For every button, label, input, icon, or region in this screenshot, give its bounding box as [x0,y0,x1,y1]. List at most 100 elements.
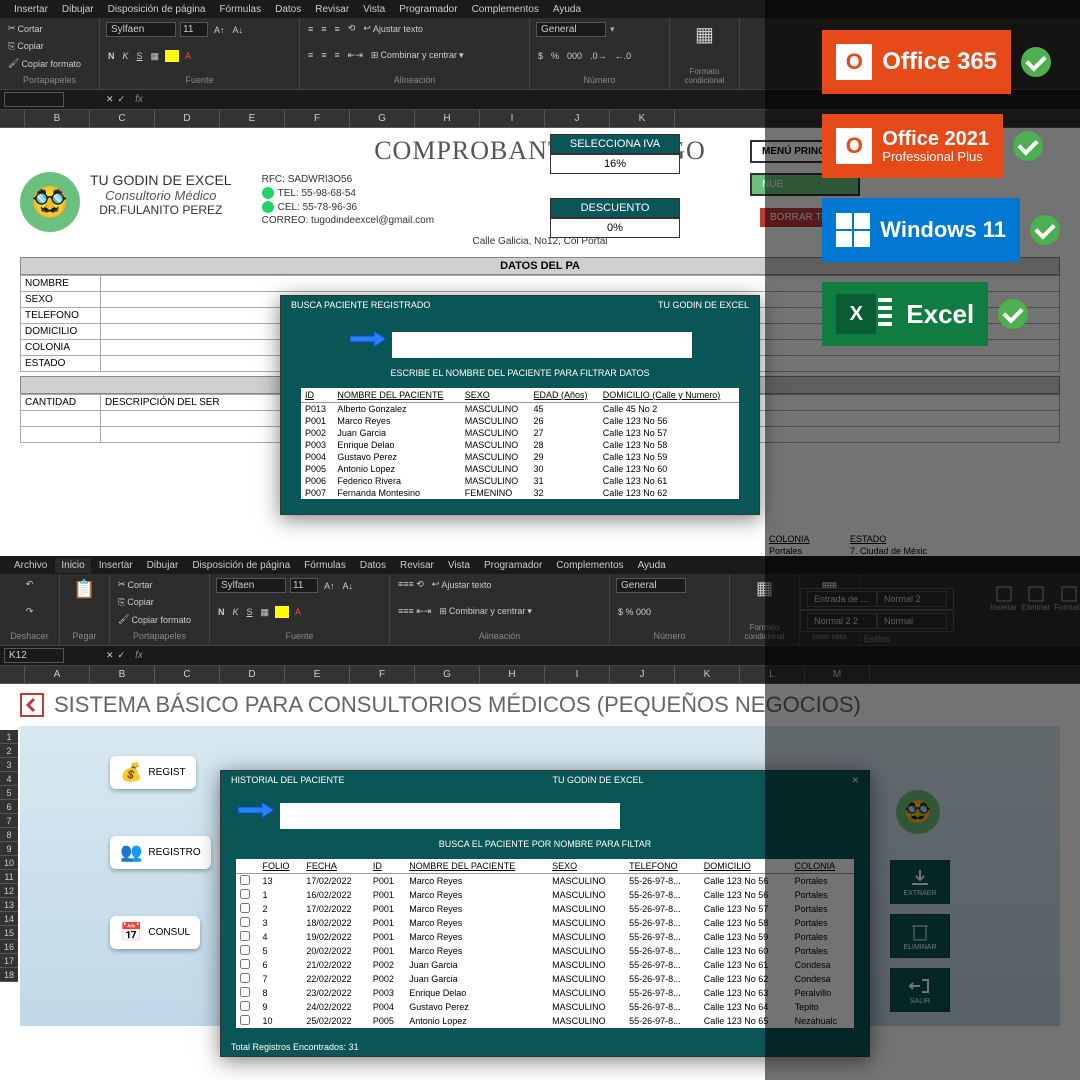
column-header[interactable]: C [155,666,220,683]
copy-button[interactable]: ⎘ Copiar [116,596,203,609]
format-cells-button[interactable]: Formato [1054,585,1080,612]
row-header[interactable]: 16 [0,940,18,954]
cancel-fx-icon[interactable]: ✕ [104,93,116,106]
fill-color-button[interactable] [165,50,179,62]
cut-button[interactable]: ✂ Cortar [6,22,93,35]
back-icon[interactable] [20,693,44,717]
fill-color-button[interactable] [275,606,289,618]
number-format-select[interactable] [536,22,606,37]
ribbon-tab[interactable]: Archivo [8,558,53,573]
ribbon-tab[interactable]: Fórmulas [213,2,267,17]
indent-icon[interactable]: ⇤⇥ [346,49,365,62]
table-row[interactable]: P002Juan GarciaMASCULINO27Calle 123 No 5… [301,427,739,439]
align-icon[interactable]: ≡≡≡ ⟲ [396,578,426,591]
ribbon-tab[interactable]: Disposición de página [186,558,296,573]
consult-button[interactable]: 📅CONSUL [110,916,200,949]
redo-button[interactable]: ↷ [24,605,36,618]
history-search-input[interactable] [280,803,620,829]
decrease-font-icon[interactable]: A↓ [231,24,246,36]
insert-cells-button[interactable]: Insertar [990,585,1017,612]
table-row[interactable]: 722/02/2022P002Juan GarciaMASCULINO55-26… [236,972,854,986]
registry-button[interactable]: 👥REGISTRO [110,836,211,869]
format-painter-button[interactable]: 🖌 Copiar formato [6,57,93,70]
align-center-icon[interactable]: ≡ [319,49,328,61]
bold-button[interactable]: N [106,50,117,62]
table-row[interactable]: 621/02/2022P002Juan GarciaMASCULINO55-26… [236,958,854,972]
column-header[interactable]: M [805,666,870,683]
align-mid-icon[interactable]: ≡ [319,23,328,35]
border-button[interactable]: ▦ [149,50,162,63]
ribbon-tab[interactable]: Inicio [55,558,90,573]
row-checkbox[interactable] [240,917,250,927]
row-checkbox[interactable] [240,889,250,899]
percent-icon[interactable]: % [549,50,561,62]
ribbon-tab[interactable]: Programador [478,558,548,573]
conditional-format-icon[interactable]: ▦ [756,578,773,599]
ribbon-tab[interactable]: Revisar [309,2,355,17]
column-header[interactable]: K [610,110,675,127]
table-row[interactable]: P005Antonio LopezMASCULINO30Calle 123 No… [301,463,739,475]
ribbon-tab[interactable]: Complementos [550,558,629,573]
row-header[interactable]: 12 [0,884,18,898]
paste-button[interactable]: 📋 [71,578,97,601]
row-header[interactable]: 7 [0,814,18,828]
font-color-button[interactable]: A [183,50,193,62]
column-header[interactable]: H [415,110,480,127]
ribbon-tab[interactable]: Programador [393,2,463,17]
underline-button[interactable]: S [135,50,145,62]
border-button[interactable]: ▦ [259,606,272,619]
italic-button[interactable]: K [121,50,131,62]
format-painter-button[interactable]: 🖌 Copiar formato [116,613,203,626]
row-header[interactable]: 1 [0,730,18,744]
table-row[interactable]: P001Marco ReyesMASCULINO26Calle 123 No 5… [301,415,739,427]
wrap-text-button[interactable]: ↩ Ajustar texto [361,22,425,35]
column-header[interactable]: C [90,110,155,127]
row-checkbox[interactable] [240,959,250,969]
ribbon-tab[interactable]: Ayuda [632,558,672,573]
extract-button[interactable]: EXTRAER [890,860,950,904]
ribbon-tab[interactable]: Ayuda [547,2,587,17]
table-row[interactable]: 924/02/2022P004Gustavo PerezMASCULINO55-… [236,1000,854,1014]
italic-button[interactable]: K [231,606,241,618]
table-row[interactable]: 419/02/2022P001Marco ReyesMASCULINO55-26… [236,930,854,944]
row-header[interactable]: 4 [0,772,18,786]
row-checkbox[interactable] [240,987,250,997]
row-header[interactable]: 8 [0,828,18,842]
column-header[interactable]: G [350,110,415,127]
column-header[interactable]: J [545,110,610,127]
column-header[interactable]: D [155,110,220,127]
column-header[interactable]: G [415,666,480,683]
copy-button[interactable]: ⎘ Copiar [6,40,93,53]
orientation-icon[interactable]: ⟲ [346,22,358,35]
ribbon-tab[interactable]: Insertar [93,558,139,573]
font-color-button[interactable]: A [293,606,303,618]
row-checkbox[interactable] [240,931,250,941]
history-results-grid[interactable]: FOLIOFECHAIDNOMBRE DEL PACIENTESEXOTELEF… [236,859,854,1028]
align-left-icon[interactable]: ≡ [306,49,315,61]
ribbon-tab[interactable]: Fórmulas [298,558,352,573]
row-header[interactable]: 18 [0,968,18,982]
row-header[interactable]: 10 [0,856,18,870]
row-header[interactable]: 14 [0,912,18,926]
patient-search-input[interactable] [392,332,692,358]
inc-decimal-icon[interactable]: .0→ [588,50,609,62]
currency-icon[interactable]: $ % 000 [616,606,653,618]
row-header[interactable]: 13 [0,898,18,912]
column-header[interactable]: I [480,110,545,127]
delete-cells-button[interactable]: Eliminar [1021,585,1050,612]
currency-icon[interactable]: $ [536,50,545,62]
row-header[interactable]: 9 [0,842,18,856]
row-header[interactable]: 6 [0,800,18,814]
ribbon-tab[interactable]: Vista [442,558,476,573]
iva-value[interactable]: 16% [550,154,680,174]
increase-font-icon[interactable]: A↑ [322,580,337,592]
cut-button[interactable]: ✂ Cortar [116,578,203,591]
table-row[interactable]: 823/02/2022P003Enrique DelaoMASCULINO55-… [236,986,854,1000]
dec-decimal-icon[interactable]: ←.0 [613,50,634,62]
table-row[interactable]: 318/02/2022P001Marco ReyesMASCULINO55-26… [236,916,854,930]
table-row[interactable]: 217/02/2022P001Marco ReyesMASCULINO55-26… [236,902,854,916]
name-box[interactable] [4,92,64,107]
delete-button[interactable]: ELIMINAR [890,914,950,958]
table-row[interactable]: 1317/02/2022P001Marco ReyesMASCULINO55-2… [236,873,854,888]
ribbon-tab[interactable]: Vista [357,2,391,17]
